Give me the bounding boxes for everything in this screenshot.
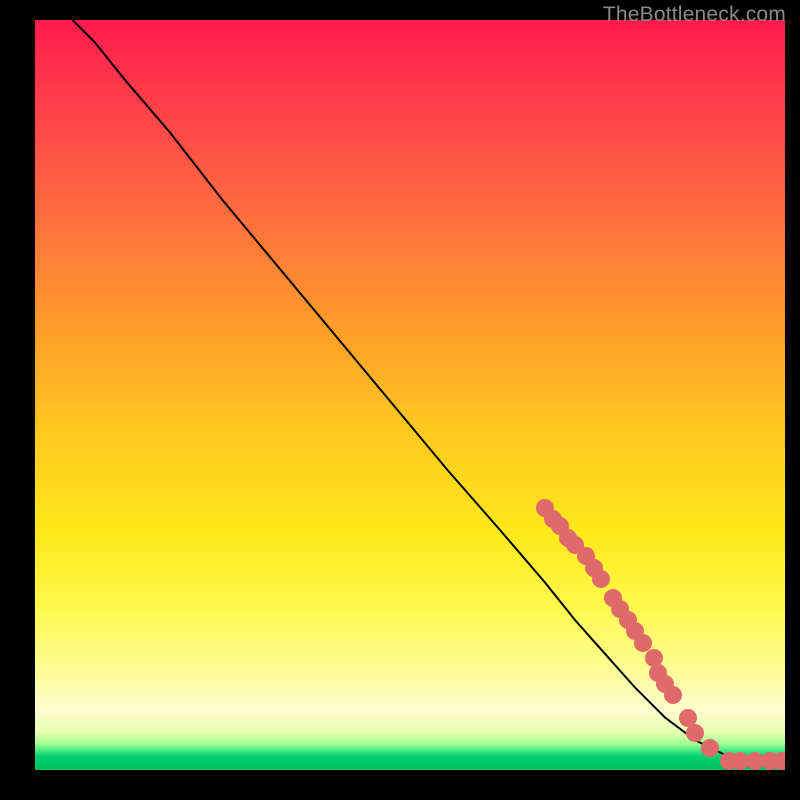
data-marker — [686, 724, 704, 742]
data-marker — [664, 686, 682, 704]
chart-frame: TheBottleneck.com — [0, 0, 800, 800]
plot-area — [35, 20, 785, 770]
watermark-text: TheBottleneck.com — [603, 3, 786, 27]
data-marker — [772, 752, 785, 770]
marker-layer — [35, 20, 785, 770]
data-marker — [592, 570, 610, 588]
data-marker — [701, 739, 719, 757]
